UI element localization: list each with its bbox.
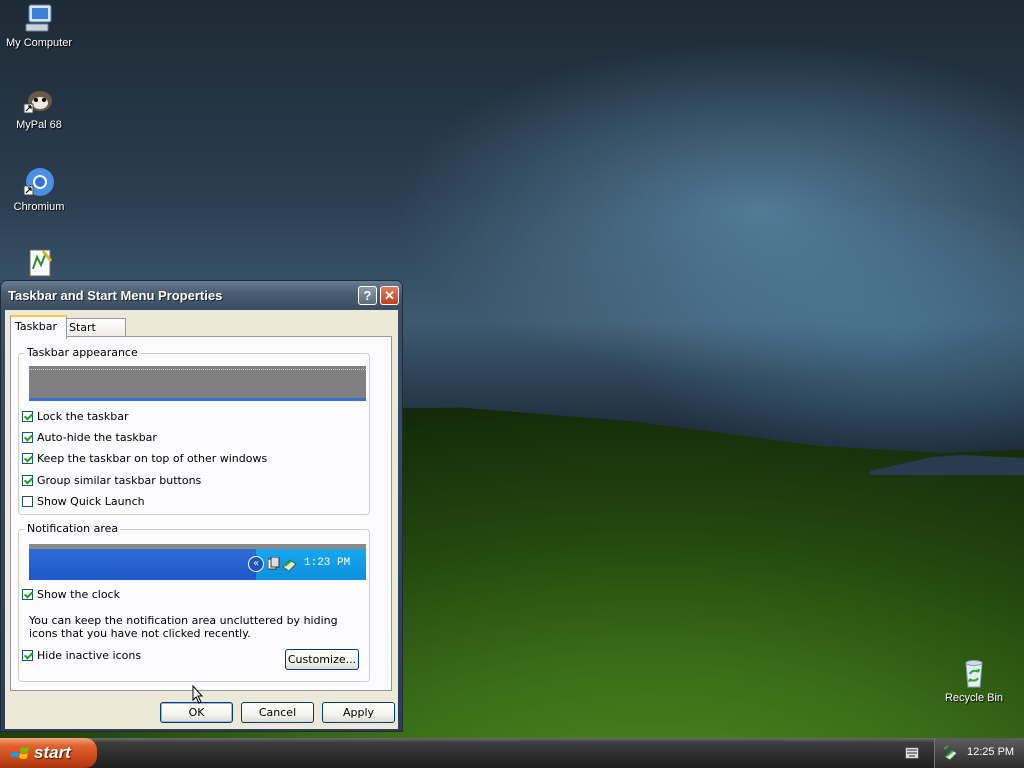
tab-start-menu[interactable]: Start Menu — [64, 318, 126, 351]
group-legend: Taskbar appearance — [25, 346, 140, 359]
notification-area-preview: « 1:23 PM — [29, 544, 366, 580]
customize-button[interactable]: Customize... — [285, 649, 359, 670]
taskbar-appearance-preview — [29, 366, 366, 401]
start-label: start — [34, 743, 71, 762]
title-bar[interactable]: Taskbar and Start Menu Properties ? ✕ — [1, 281, 402, 309]
help-icon: ? — [363, 288, 372, 303]
apply-button[interactable]: Apply — [322, 702, 395, 723]
group-buttons-checkbox[interactable]: Group similar taskbar buttons — [22, 474, 201, 487]
close-icon: ✕ — [384, 288, 395, 303]
checkbox-label: Show the clock — [37, 588, 120, 601]
raccoon-icon — [23, 91, 52, 114]
quick-launch-checkbox[interactable]: Show Quick Launch — [22, 495, 145, 508]
ok-button[interactable]: OK — [160, 702, 233, 723]
close-button[interactable]: ✕ — [380, 286, 399, 305]
keyboard-icon[interactable] — [905, 747, 919, 759]
desktop-icon-label: MyPal 68 — [16, 119, 62, 131]
checkbox-box — [22, 589, 33, 600]
desktop-icon-notepadpp[interactable] — [0, 247, 79, 282]
tray-icons-preview — [268, 557, 297, 572]
desktop-icon-my-computer[interactable]: My Computer — [0, 2, 79, 49]
checkbox-box — [22, 453, 33, 464]
desktop-icon-recycle-bin[interactable]: Recycle Bin — [934, 657, 1014, 704]
tab-label: Taskbar — [15, 320, 57, 333]
hide-inactive-checkbox[interactable]: Hide inactive icons — [22, 649, 141, 662]
start-button[interactable]: start — [0, 738, 97, 768]
taskbar-appearance-group: Taskbar appearance Lock the taskbar Auto… — [18, 346, 370, 515]
mouse-cursor-icon — [192, 685, 204, 704]
checkbox-label: Keep the taskbar on top of other windows — [37, 452, 268, 465]
taskbar-clock[interactable]: 12:25 PM — [967, 746, 1014, 758]
lock-taskbar-checkbox[interactable]: Lock the taskbar — [22, 410, 129, 423]
show-clock-checkbox[interactable]: Show the clock — [22, 588, 120, 601]
checkbox-label: Auto-hide the taskbar — [37, 431, 157, 444]
keep-on-top-checkbox[interactable]: Keep the taskbar on top of other windows — [22, 452, 267, 465]
cancel-button[interactable]: Cancel — [241, 702, 314, 723]
desktop-icon-label: My Computer — [5, 37, 73, 49]
system-tray: 12:25 PM — [934, 738, 1024, 768]
notification-description: You can keep the notification area unclu… — [29, 614, 338, 640]
desktop-icon-chromium[interactable]: Chromium — [0, 166, 79, 213]
button-label: Customize... — [287, 653, 357, 666]
desktop-icon-label: Recycle Bin — [944, 692, 1004, 704]
taskbar-properties-dialog: Taskbar and Start Menu Properties ? ✕ Ta… — [0, 280, 403, 732]
recycle-bin-icon — [965, 660, 983, 688]
checkbox-label: Hide inactive icons — [37, 649, 142, 662]
button-label: Cancel — [258, 706, 297, 719]
checkbox-label: Lock the taskbar — [37, 410, 129, 423]
tray-preview-time: 1:23 PM — [304, 557, 351, 569]
dialog-client-area: Taskbar Start Menu Taskbar appearance Lo… — [5, 310, 398, 729]
checkbox-box — [22, 496, 33, 507]
button-label: Apply — [342, 706, 375, 719]
taskbar: start 12:25 PM — [0, 738, 1024, 768]
chevron-left-icon: « — [248, 556, 264, 572]
checkbox-label: Group similar taskbar buttons — [37, 474, 202, 487]
checkbox-box — [22, 432, 33, 443]
auto-hide-checkbox[interactable]: Auto-hide the taskbar — [22, 431, 157, 444]
tab-taskbar[interactable]: Taskbar — [10, 315, 67, 339]
checkbox-box — [22, 475, 33, 486]
notepad-plus-icon — [29, 249, 53, 277]
tray-preview: « 1:23 PM — [248, 549, 366, 580]
dialog-title: Taskbar and Start Menu Properties — [8, 288, 223, 303]
tab-panel-taskbar: Taskbar appearance Lock the taskbar Auto… — [10, 336, 392, 691]
checkbox-label: Show Quick Launch — [37, 495, 145, 508]
computer-icon — [25, 4, 52, 32]
button-label: OK — [188, 706, 205, 719]
windows-logo-icon — [11, 746, 29, 759]
help-button[interactable]: ? — [358, 286, 377, 305]
checkbox-box — [22, 650, 33, 661]
network-icon[interactable] — [943, 745, 959, 761]
notification-area-group: Notification area « 1:23 PM Show the clo… — [18, 522, 370, 682]
chromium-icon — [23, 168, 54, 196]
desktop-icon-mypal[interactable]: MyPal 68 — [0, 84, 79, 131]
desktop-icon-label: Chromium — [13, 201, 65, 213]
checkbox-box — [22, 411, 33, 422]
group-legend: Notification area — [25, 522, 121, 535]
